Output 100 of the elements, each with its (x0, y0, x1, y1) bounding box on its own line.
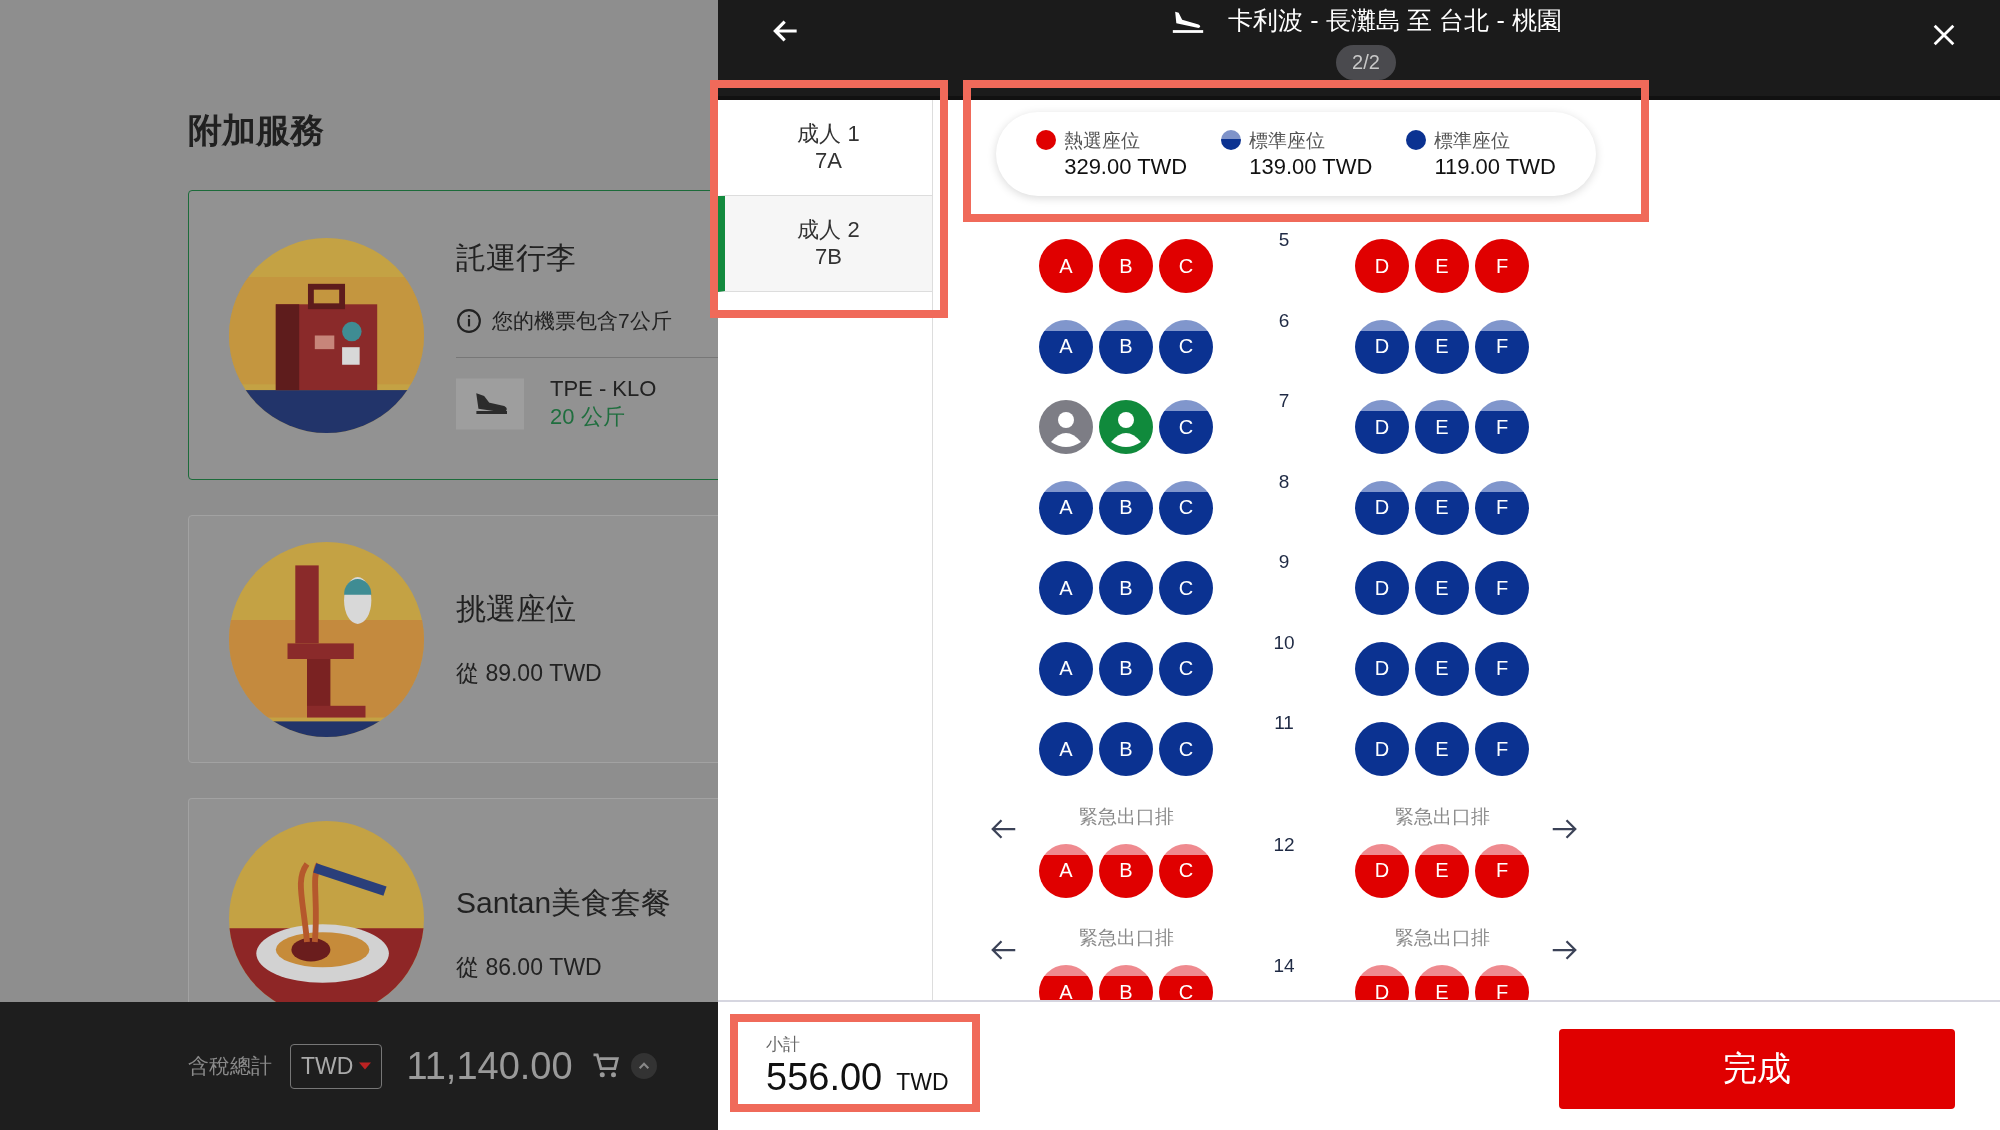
exit-row-label: 緊急出口排 (1394, 804, 1490, 829)
seat-button[interactable]: D (1355, 319, 1409, 374)
seat-button[interactable]: C (1159, 561, 1213, 616)
seat-button[interactable]: B (1099, 722, 1153, 777)
seat-button[interactable]: E (1415, 843, 1469, 898)
seat-button[interactable]: B (1099, 319, 1153, 374)
row-number: 11 (1274, 711, 1294, 734)
seat-button[interactable]: A (1039, 480, 1093, 535)
seat-button[interactable]: A (1039, 319, 1093, 374)
exit-row-label: 緊急出口排 (1394, 926, 1490, 950)
row-number: 8 (1278, 469, 1290, 493)
info-text: 您的機票包含7公斤 (492, 308, 672, 334)
seat-button[interactable]: B (1099, 965, 1153, 1000)
caret-icon (359, 1062, 372, 1070)
page-badge: 2/2 (1336, 45, 1396, 80)
seat-button[interactable]: F (1475, 722, 1529, 777)
service-card[interactable]: Santan美食套餐 從 86.00 TWD (188, 798, 718, 1002)
seat-button[interactable]: D (1355, 722, 1409, 777)
route-text: TPE - KLO (550, 376, 657, 402)
page-title: 附加服務 (188, 110, 325, 151)
legend-price: 139.00 TWD (1249, 154, 1373, 180)
seat-button[interactable]: F (1475, 480, 1529, 535)
legend-label: 標準座位 (1249, 129, 1327, 153)
exit-row-label: 緊急出口排 (1078, 804, 1174, 829)
row-number: 12 (1273, 832, 1295, 856)
currency-select[interactable]: TWD (290, 1043, 383, 1089)
seat-button[interactable]: B (1099, 641, 1153, 696)
price-text: 從 89.00 TWD (456, 659, 603, 688)
seat-button[interactable]: F (1475, 641, 1529, 696)
seat-button[interactable]: F (1475, 400, 1529, 455)
subtotal-currency: TWD (896, 1069, 949, 1096)
service-card[interactable]: 託運行李 您的機票包含7公斤 TPE - KLO 20 公斤 (188, 190, 718, 480)
info-icon (456, 308, 482, 334)
seat-button[interactable]: E (1415, 641, 1469, 696)
subtotal-amount: 556.00 (766, 1056, 883, 1099)
price-text: 從 86.00 TWD (456, 953, 603, 982)
seat-button[interactable]: F (1475, 965, 1529, 1000)
flight-title: 卡利波 - 長灘島 至 台北 - 桃園 (1228, 5, 1562, 36)
seat-button[interactable]: B (1099, 843, 1153, 898)
seat-button[interactable]: B (1099, 480, 1153, 535)
exit-row-label: 緊急出口排 (1078, 926, 1174, 950)
seat-button[interactable]: D (1355, 400, 1409, 455)
card-title: Santan美食套餐 (456, 885, 673, 921)
legend-label: 熱選座位 (1064, 129, 1142, 153)
seat-button[interactable]: C (1159, 722, 1213, 777)
seat-button[interactable]: E (1415, 319, 1469, 374)
seat-button[interactable]: A (1039, 561, 1093, 616)
seat-button[interactable]: D (1355, 641, 1409, 696)
subtotal-label: 小計 (766, 1034, 801, 1056)
row-number: 5 (1278, 228, 1290, 251)
seat-button[interactable]: D (1355, 239, 1409, 294)
seat-button[interactable]: C (1159, 400, 1213, 455)
legend-price: 329.00 TWD (1064, 154, 1188, 180)
plane-icon (456, 378, 524, 430)
seat-button[interactable]: F (1475, 319, 1529, 374)
seat-button[interactable]: C (1159, 480, 1213, 535)
done-button[interactable]: 完成 (1559, 1029, 1955, 1109)
seat-button[interactable]: E (1415, 480, 1469, 535)
legend-label: 標準座位 (1434, 129, 1512, 153)
seat-button[interactable]: D (1355, 480, 1409, 535)
seat-button[interactable]: E (1415, 400, 1469, 455)
seat-button[interactable]: E (1415, 965, 1469, 1000)
seat-button[interactable]: B (1099, 561, 1153, 616)
card-title: 挑選座位 (456, 591, 577, 627)
seat-button[interactable]: D (1355, 965, 1409, 1000)
seat-button[interactable]: C (1159, 319, 1213, 374)
seat-button[interactable]: A (1039, 843, 1093, 898)
seat-button[interactable]: B (1099, 239, 1153, 294)
passenger-seat-icon[interactable] (1039, 400, 1093, 455)
seat-button[interactable]: D (1355, 561, 1409, 616)
passenger-seat-icon[interactable] (1099, 400, 1153, 455)
legend-dot (1036, 130, 1057, 150)
seat-button[interactable]: C (1159, 843, 1213, 898)
seat-button[interactable]: A (1039, 965, 1093, 1000)
chevron-up-icon[interactable] (630, 1053, 657, 1079)
total-amount: 11,140.00 (406, 1044, 573, 1088)
seat-button[interactable]: A (1039, 641, 1093, 696)
seat-button[interactable]: F (1475, 561, 1529, 616)
seat-button[interactable]: F (1475, 843, 1529, 898)
service-card[interactable]: 挑選座位 從 89.00 TWD (188, 515, 718, 763)
legend-dot (1406, 130, 1427, 150)
seat-button[interactable]: E (1415, 722, 1469, 777)
row-number: 9 (1278, 550, 1290, 573)
seat-button[interactable]: C (1159, 239, 1213, 294)
seat-button[interactable]: C (1159, 641, 1213, 696)
card-title: 託運行李 (456, 240, 577, 276)
passenger-tab[interactable]: 成人 2 7B (718, 196, 932, 292)
row-number: 14 (1273, 954, 1295, 977)
seat-button[interactable]: C (1159, 965, 1213, 1000)
weight-text: 20 公斤 (550, 403, 626, 431)
legend-price: 119.00 TWD (1434, 154, 1556, 180)
seat-button[interactable]: D (1355, 843, 1409, 898)
row-number: 6 (1278, 308, 1290, 332)
seat-button[interactable]: A (1039, 722, 1093, 777)
seat-button[interactable]: E (1415, 561, 1469, 616)
seat-button[interactable]: F (1475, 239, 1529, 294)
seat-button[interactable]: E (1415, 239, 1469, 294)
seat-button[interactable]: A (1039, 239, 1093, 294)
row-number: 10 (1273, 630, 1295, 654)
legend-dot (1221, 130, 1242, 150)
